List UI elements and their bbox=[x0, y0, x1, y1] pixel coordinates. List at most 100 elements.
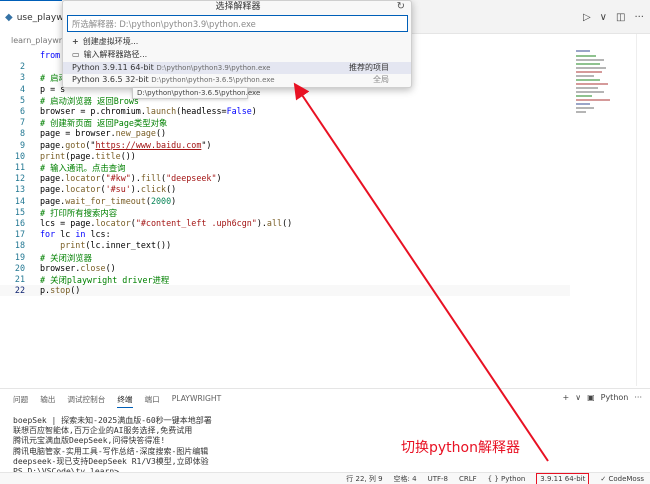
panel-actions: + ∨ ▣ Python ··· bbox=[563, 393, 643, 402]
line-number: 3 bbox=[19, 72, 25, 83]
recommended-tag: 推荐的项目 bbox=[349, 63, 389, 72]
code-line[interactable]: 7 # 创建新页面 返回Page类型对象 bbox=[0, 117, 570, 128]
terminal-line: 腾讯电脑管家-实用工具-写作总结-深度搜索-图片编辑 bbox=[13, 446, 209, 456]
tab-terminal[interactable]: 终端 bbox=[117, 394, 133, 408]
line-number: 20 bbox=[14, 262, 25, 273]
interpreter-search-input[interactable] bbox=[67, 15, 408, 32]
line-number: 18 bbox=[14, 240, 25, 251]
chevron-down-icon[interactable]: ∨ bbox=[575, 393, 581, 402]
code-text: lcs = page.locator("#content_left .uph6c… bbox=[40, 218, 293, 228]
code-text: from bbox=[40, 50, 61, 60]
terminal-line: boepSek | 探索未知-2025满血版-60秒一键本地部署 bbox=[13, 416, 212, 425]
code-line[interactable]: 6 browser = p.chromium.launch(headless=Fa… bbox=[0, 106, 570, 117]
encoding[interactable]: UTF-8 bbox=[428, 475, 448, 483]
line-ending[interactable]: CRLF bbox=[459, 475, 477, 483]
tab-actions: ▷ ∨ ◫ ··· bbox=[583, 0, 644, 34]
code-line[interactable]: 20 browser.close() bbox=[0, 263, 570, 274]
editor-tab[interactable]: ◆ use_playwrig bbox=[0, 0, 62, 34]
panel-tabs: 问题 输出 调试控制台 终端 端口 PLAYWRIGHT bbox=[13, 394, 221, 408]
tab-debug-console[interactable]: 调试控制台 bbox=[67, 394, 105, 408]
folder-icon: ▭ bbox=[72, 50, 80, 59]
split-editor-icon[interactable]: ◫ bbox=[616, 12, 625, 23]
enter-path-item[interactable]: ▭ 输入解释器路径... bbox=[63, 49, 411, 61]
interpreter-picker: 选择解释器 ↻ +创建虚拟环境... ▭输入解释器路径... Python 3.… bbox=[62, 0, 412, 88]
plus-icon: + bbox=[72, 37, 79, 46]
interpreter-python39-item[interactable]: Python 3.9.11 64-bit D:\python\python3.9… bbox=[63, 62, 411, 74]
code-text: for lc in lcs: bbox=[40, 229, 111, 240]
interpreter-python36-item[interactable]: Python 3.6.5 32-bit D:\python\python-3.6… bbox=[63, 74, 411, 86]
line-number: 19 bbox=[14, 251, 25, 262]
code-line[interactable]: 22 p.stop() bbox=[0, 285, 570, 297]
more-icon[interactable]: ··· bbox=[634, 12, 644, 23]
code-text: browser = p.chromium.launch(headless=Fal… bbox=[40, 106, 257, 116]
line-number: 9 bbox=[19, 139, 25, 150]
code-text: # 启动浏览器 返回Brows bbox=[40, 95, 139, 106]
bottom-panel: 问题 输出 调试控制台 终端 端口 PLAYWRIGHT + ∨ ▣ Pytho… bbox=[0, 388, 650, 476]
code-line[interactable]: 8 page = browser.new_page() bbox=[0, 128, 570, 139]
terminal-line: 联想百应智能体,百万企业的AI服务选择,免费试用 bbox=[13, 426, 193, 436]
line-number: 21 bbox=[14, 274, 25, 284]
code-line[interactable]: 19 # 关闭浏览器 bbox=[0, 252, 570, 263]
code-text: page.locator("#kw").fill("deepseek") bbox=[40, 173, 222, 184]
refresh-icon[interactable]: ↻ bbox=[397, 1, 405, 13]
picker-title: 选择解释器 bbox=[215, 2, 261, 12]
global-tag: 全局 bbox=[373, 75, 389, 84]
code-line[interactable]: 12 page.locator("#kw").fill("deepseek") bbox=[0, 173, 570, 184]
code-line[interactable]: 21 # 关闭playwright driver进程 bbox=[0, 274, 570, 285]
line-number: 2 bbox=[19, 61, 25, 72]
language-mode[interactable]: { } Python bbox=[488, 475, 526, 483]
minimap[interactable] bbox=[574, 48, 624, 118]
code-line[interactable]: 18 print(lc.inner_text()) bbox=[0, 240, 570, 251]
line-number: 4 bbox=[19, 83, 25, 94]
tab-ports[interactable]: 端口 bbox=[145, 394, 160, 408]
interpreter-selector[interactable]: 3.9.11 64-bit bbox=[536, 472, 590, 484]
code-text: # 创建新页面 返回Page类型对象 bbox=[40, 118, 168, 129]
code-text: # 输入通讯。点击查询 bbox=[40, 163, 126, 173]
terminal-shell-label[interactable]: Python bbox=[601, 393, 629, 402]
code-line[interactable]: 13 page.locator('#su').click() bbox=[0, 184, 570, 195]
line-number: 13 bbox=[14, 184, 25, 195]
code-line[interactable]: 16 lcs = page.locator("#content_left .uph… bbox=[0, 218, 570, 229]
terminal-shell-icon: ▣ bbox=[587, 393, 595, 402]
line-number: 15 bbox=[14, 206, 25, 217]
tab-problems[interactable]: 问题 bbox=[13, 394, 28, 408]
code-line[interactable]: 15 # 打印所有搜索内容 bbox=[0, 207, 570, 218]
code-text: # 关闭浏览器 bbox=[40, 252, 92, 263]
line-number: 11 bbox=[14, 162, 25, 172]
line-number: 6 bbox=[19, 106, 25, 116]
new-terminal-icon[interactable]: + bbox=[563, 393, 570, 402]
code-text: page = browser.new_page() bbox=[40, 128, 167, 139]
tab-playwright[interactable]: PLAYWRIGHT bbox=[172, 394, 222, 408]
more-icon[interactable]: ··· bbox=[634, 393, 642, 402]
code-line[interactable]: 5 # 启动浏览器 返回Brows bbox=[0, 95, 570, 106]
python-file-icon: ◆ bbox=[5, 12, 13, 23]
editor-scrollbar[interactable] bbox=[636, 34, 650, 386]
line-number: 16 bbox=[14, 218, 25, 228]
line-number: 5 bbox=[19, 94, 25, 105]
code-line[interactable]: 14 page.wait_for_timeout(2000) bbox=[0, 196, 570, 207]
code-text: page.wait_for_timeout(2000) bbox=[40, 195, 177, 206]
code-text: print(page.title()) bbox=[40, 150, 136, 161]
code-line[interactable]: 17 for lc in lcs: bbox=[0, 229, 570, 240]
terminal-line: 腾讯元宝满血版DeepSeek,问得快答得准! bbox=[13, 436, 166, 446]
tab-output[interactable]: 输出 bbox=[40, 394, 55, 408]
terminal-output[interactable]: boepSek | 探索未知-2025满血版-60秒一键本地部署 联想百应智能体… bbox=[13, 416, 212, 477]
line-number: 8 bbox=[19, 128, 25, 139]
status-bar: 行 22, 列 9 空格: 4 UTF-8 CRLF { } Python 3.… bbox=[0, 472, 650, 484]
code-line[interactable]: 9 page.goto("https://www.baidu.com") bbox=[0, 140, 570, 151]
annotation-label: 切换python解释器 bbox=[401, 440, 520, 456]
codemoss-status[interactable]: ✓ CodeMoss bbox=[600, 475, 644, 483]
terminal-line: deepseek-现已支持DeepSeek R1/V3模型,立即体验 bbox=[13, 456, 209, 466]
line-number: 22 bbox=[14, 285, 25, 296]
code-line[interactable]: 10 print(page.title()) bbox=[0, 151, 570, 162]
chevron-down-icon[interactable]: ∨ bbox=[600, 12, 607, 23]
indentation[interactable]: 空格: 4 bbox=[394, 474, 417, 484]
code-text: page.goto("https://www.baidu.com") bbox=[40, 139, 212, 150]
code-text: browser.close() bbox=[40, 262, 116, 273]
code-editor[interactable]: from 2 3 # 启动 4 p = s 5 # 启动浏览器 返回Brows 6 browser… bbox=[0, 48, 570, 388]
code-text: page.locator('#su').click() bbox=[40, 184, 177, 195]
create-venv-item[interactable]: + 创建虚拟环境... bbox=[63, 36, 411, 48]
cursor-position[interactable]: 行 22, 列 9 bbox=[346, 474, 382, 484]
run-icon[interactable]: ▷ bbox=[583, 12, 591, 23]
code-line[interactable]: 11 # 输入通讯。点击查询 bbox=[0, 162, 570, 173]
